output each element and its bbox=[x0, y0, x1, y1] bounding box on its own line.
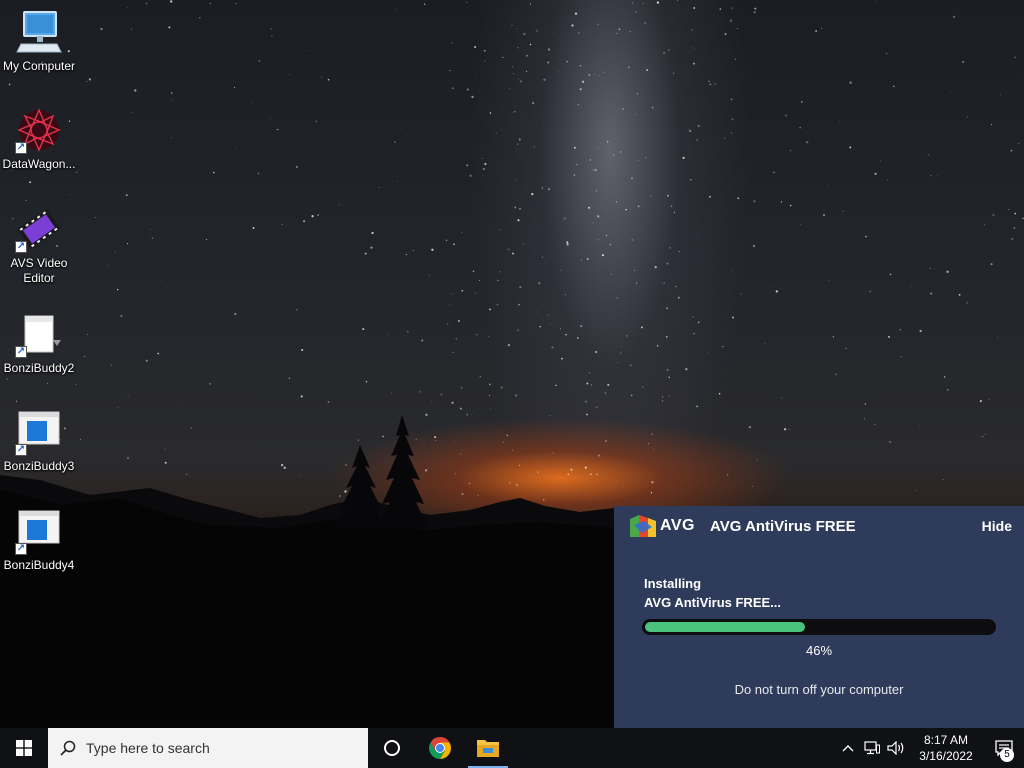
shortcut-arrow-icon: ↗ bbox=[15, 346, 27, 358]
network-icon[interactable] bbox=[860, 728, 884, 768]
clock-date: 3/16/2022 bbox=[919, 749, 973, 763]
desktop-icon-bonzibuddy2[interactable]: ↗ BonziBuddy2 bbox=[0, 310, 78, 376]
desktop-icon-bonzibuddy4[interactable]: ↗ BonziBuddy4 bbox=[0, 507, 78, 573]
desktop-icon-my-computer[interactable]: My Computer bbox=[0, 8, 78, 74]
desktop-icon-datawagon[interactable]: ↗ DataWagon... bbox=[0, 106, 78, 172]
avg-logo-text: AVG bbox=[660, 517, 695, 534]
desktop-icon-label: AVS Video Editor bbox=[10, 256, 68, 285]
avg-logo-icon bbox=[630, 515, 656, 537]
search-placeholder: Type here to search bbox=[86, 740, 210, 756]
volume-icon[interactable] bbox=[884, 728, 908, 768]
computer-icon bbox=[15, 8, 63, 56]
taskbar: Type here to search 8:17 AM 3/16/2022 5 bbox=[0, 728, 1024, 768]
chrome-icon bbox=[429, 737, 451, 759]
desktop-icon-label: BonziBuddy3 bbox=[3, 459, 75, 473]
install-progress-fill bbox=[645, 622, 805, 632]
install-progress-percent: 46% bbox=[805, 643, 833, 658]
application-window-icon: ↗ bbox=[15, 408, 63, 456]
install-progress-bar bbox=[642, 619, 996, 635]
blank-document-icon: ↗ bbox=[15, 310, 63, 358]
search-input[interactable]: Type here to search bbox=[48, 728, 368, 768]
shortcut-arrow-icon: ↗ bbox=[15, 241, 27, 253]
shortcut-arrow-icon: ↗ bbox=[15, 142, 27, 154]
shortcut-arrow-icon: ↗ bbox=[15, 543, 27, 555]
cortana-button[interactable] bbox=[368, 728, 416, 768]
desktop-icon-label: My Computer bbox=[2, 59, 76, 73]
start-button[interactable] bbox=[0, 728, 48, 768]
install-status: Installing AVG AntiVirus FREE... bbox=[644, 574, 781, 612]
install-status-line1: Installing bbox=[644, 576, 702, 591]
install-status-line2: AVG AntiVirus FREE... bbox=[644, 595, 782, 610]
application-window-icon: ↗ bbox=[15, 507, 63, 555]
cortana-icon bbox=[384, 740, 400, 756]
shortcut-arrow-icon: ↗ bbox=[15, 444, 27, 456]
avg-install-panel: AVG AVG AntiVirus FREE Hide Installing A… bbox=[614, 506, 1024, 728]
datawagon-icon: ↗ bbox=[15, 106, 63, 154]
windows-logo-icon bbox=[16, 740, 32, 756]
system-tray: 8:17 AM 3/16/2022 5 bbox=[836, 728, 1024, 768]
desktop-icon-label: BonziBuddy2 bbox=[3, 361, 75, 375]
notification-count-badge: 5 bbox=[1000, 748, 1014, 762]
desktop-icon-avs-video-editor[interactable]: ↗ AVS Video Editor bbox=[0, 205, 78, 286]
desktop-icon-label: DataWagon... bbox=[2, 157, 76, 171]
desktop-icon-label: BonziBuddy4 bbox=[3, 558, 75, 572]
chrome-button[interactable] bbox=[416, 728, 464, 768]
desktop-icon-bonzibuddy3[interactable]: ↗ BonziBuddy3 bbox=[0, 408, 78, 474]
warning-note: Do not turn off your computer bbox=[734, 682, 904, 697]
file-explorer-icon bbox=[477, 740, 499, 757]
avg-title: AVG AntiVirus FREE bbox=[710, 517, 856, 535]
avg-header: AVG AVG AntiVirus FREE Hide bbox=[614, 506, 1024, 546]
file-explorer-button[interactable] bbox=[464, 728, 512, 768]
film-reel-icon: ↗ bbox=[15, 205, 63, 253]
hide-button[interactable]: Hide bbox=[982, 518, 1012, 534]
clock-time: 8:17 AM bbox=[923, 733, 969, 747]
action-center-button[interactable]: 5 bbox=[984, 728, 1024, 768]
avg-logo: AVG bbox=[630, 515, 710, 537]
search-icon bbox=[60, 740, 86, 756]
chevron-up-icon[interactable] bbox=[836, 728, 860, 768]
clock[interactable]: 8:17 AM 3/16/2022 bbox=[908, 732, 984, 764]
